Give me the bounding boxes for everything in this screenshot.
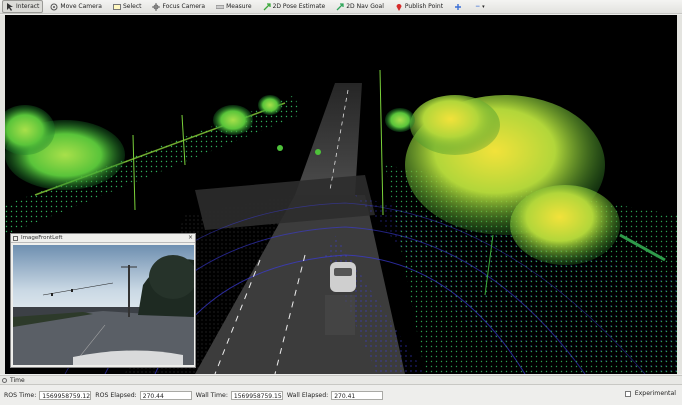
pink-arrow-icon: [336, 2, 344, 10]
measure-tool[interactable]: Measure: [212, 0, 256, 13]
minus-icon: −: [475, 3, 481, 10]
ros-elapsed-field[interactable]: 270.44: [139, 390, 192, 400]
time-panel-title: Time: [10, 377, 25, 384]
chevron-down-icon: ▾: [482, 3, 485, 10]
ros-elapsed-label: ROS Elapsed:: [95, 391, 137, 399]
camera-image: [13, 245, 194, 365]
measure-label: Measure: [226, 3, 252, 10]
interact-label: Interact: [16, 3, 40, 10]
clock-icon: [2, 377, 7, 383]
tool-bar: Interact Move Camera Select Focus Camera…: [0, 0, 682, 14]
crosshair-icon: [152, 2, 161, 11]
ros-time-label: ROS Time:: [4, 391, 37, 399]
more-tools-dropdown[interactable]: − ▾: [471, 0, 489, 13]
3d-render-view[interactable]: ImageFrontLeft ×: [5, 15, 677, 374]
panel-title-bar: ImageFrontLeft ×: [11, 234, 195, 243]
ros-time-field[interactable]: 1569958759.12: [39, 390, 92, 400]
publish-point-tool[interactable]: Publish Point: [391, 0, 447, 13]
move-camera-label: Move Camera: [60, 3, 102, 10]
wall-time-field[interactable]: 1569958759.15: [230, 390, 283, 400]
move-camera-tool[interactable]: Move Camera: [46, 0, 106, 13]
wall-elapsed-label: Wall Elapsed:: [286, 391, 329, 399]
ruler-icon: [216, 4, 225, 9]
nav-goal-tool[interactable]: 2D Nav Goal: [332, 0, 388, 13]
plus-icon: [455, 3, 462, 10]
experimental-checkbox[interactable]: [624, 390, 631, 397]
camera-move-icon: [50, 3, 58, 10]
select-box-icon: [112, 3, 121, 10]
right-panel-edge: [677, 15, 682, 374]
select-label: Select: [122, 3, 142, 10]
pose-estimate-tool[interactable]: 2D Pose Estimate: [259, 0, 330, 13]
nav-goal-label: 2D Nav Goal: [346, 3, 384, 10]
time-status-row: ROS Time: 1569958759.12 ROS Elapsed: 270…: [0, 386, 682, 404]
experimental-label: Experimental: [634, 390, 676, 397]
wall-time-label: Wall Time:: [195, 391, 228, 399]
map-pin-icon: [396, 3, 402, 11]
plus-tool[interactable]: [450, 0, 468, 13]
focus-camera-label: Focus Camera: [162, 3, 206, 10]
focus-camera-tool[interactable]: Focus Camera: [148, 0, 209, 13]
select-tool[interactable]: Select: [109, 0, 146, 13]
window-icon: [13, 235, 18, 241]
green-arrow-icon: [263, 2, 271, 10]
pointer-icon: [7, 2, 13, 11]
panel-title: ImageFrontLeft: [21, 235, 63, 241]
experimental-toggle[interactable]: Experimental: [624, 390, 676, 397]
pose-estimate-label: 2D Pose Estimate: [272, 3, 326, 10]
time-panel-header: Time: [0, 375, 682, 385]
wall-elapsed-field[interactable]: 270.41: [331, 390, 384, 400]
image-front-left-panel[interactable]: ImageFrontLeft ×: [10, 233, 196, 368]
close-icon[interactable]: ×: [188, 234, 193, 242]
publish-point-label: Publish Point: [404, 3, 444, 10]
interact-tool[interactable]: Interact: [2, 0, 44, 13]
